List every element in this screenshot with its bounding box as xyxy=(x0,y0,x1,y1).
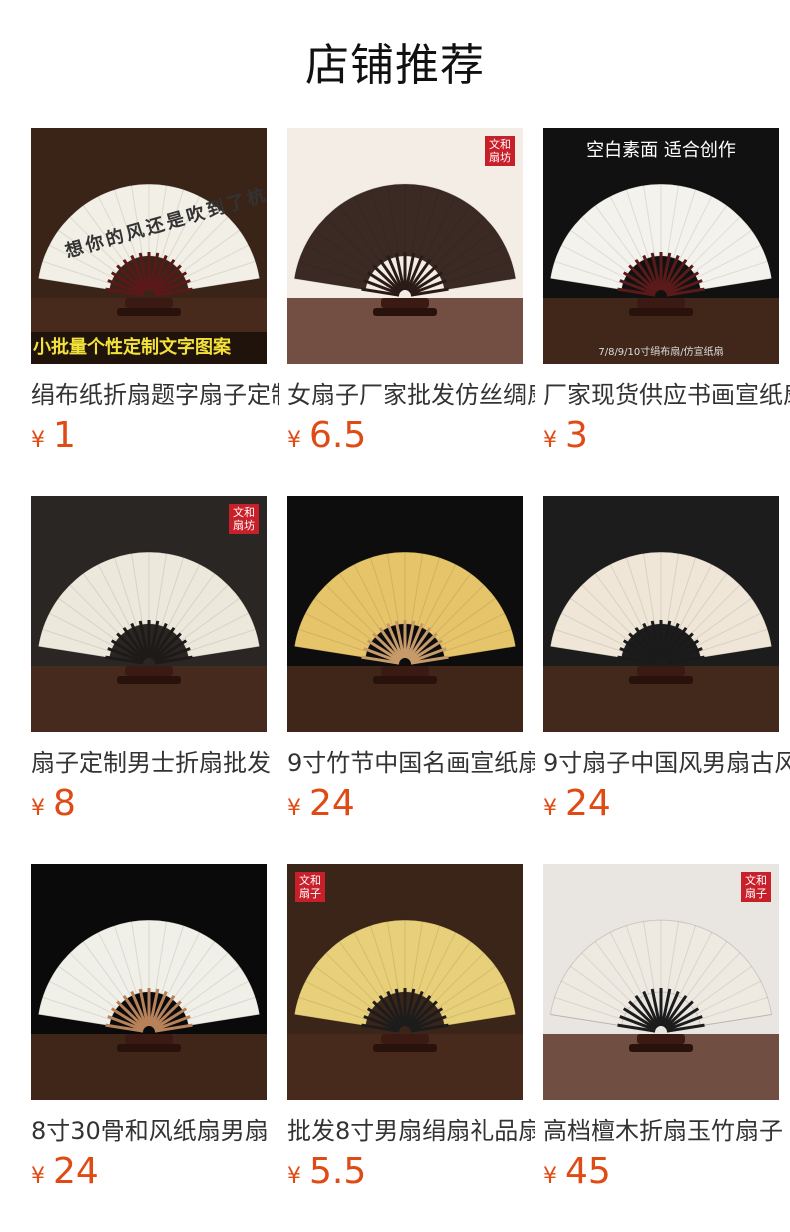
currency-symbol: ¥ xyxy=(287,428,301,453)
product-image[interactable]: 文和扇坊 xyxy=(31,496,267,732)
price-value: 3 xyxy=(565,415,588,456)
price-value: 1 xyxy=(53,415,76,456)
product-name[interactable]: 女扇子厂家批发仿丝绸扇 xyxy=(287,378,535,412)
brand-seal-logo: 文和扇子 xyxy=(741,872,771,902)
price-value: 8 xyxy=(53,783,76,824)
product-image[interactable]: 想你的风还是吹到了杭州 小批量个性定制文字图案 xyxy=(31,128,267,364)
brand-seal-logo: 文和扇坊 xyxy=(485,136,515,166)
brand-seal-logo: 文和扇坊 xyxy=(229,504,259,534)
price-value: 45 xyxy=(565,1151,611,1192)
product-price: ¥1 xyxy=(31,416,267,462)
product-name[interactable]: 批发8寸男扇绢扇礼品扇 xyxy=(287,1114,535,1148)
currency-symbol: ¥ xyxy=(31,796,45,821)
product-card[interactable]: 8寸30骨和风纸扇男扇 ¥24 xyxy=(31,864,269,1232)
product-name[interactable]: 厂家现货供应书画宣纸扇 xyxy=(543,378,790,412)
product-price: ¥45 xyxy=(543,1152,779,1198)
product-grid: 想你的风还是吹到了杭州 小批量个性定制文字图案 绢布纸折扇题字扇子定制 ¥1 文和扇坊女… xyxy=(31,128,790,1232)
price-value: 5.5 xyxy=(309,1151,367,1192)
product-name[interactable]: 9寸扇子中国风男扇古风 xyxy=(543,746,790,780)
product-card[interactable]: 9寸扇子中国风男扇古风 ¥24 xyxy=(543,496,790,864)
image-caption-top: 空白素面 适合创作 xyxy=(586,140,736,161)
product-price: ¥5.5 xyxy=(287,1152,523,1198)
product-card[interactable]: 文和扇子 高档檀木折扇玉竹扇子 ¥45 xyxy=(543,864,783,1232)
price-value: 24 xyxy=(53,1151,99,1192)
product-price: ¥24 xyxy=(287,784,523,830)
currency-symbol: ¥ xyxy=(543,428,557,453)
product-name[interactable]: 扇子定制男士折扇批发 xyxy=(31,746,279,780)
product-card[interactable]: 空白素面 适合创作 7/8/9/10寸绢布扇/仿宣纸扇厂家现货供应书画宣纸扇 ¥3 xyxy=(543,128,790,496)
product-price: ¥24 xyxy=(31,1152,267,1198)
currency-symbol: ¥ xyxy=(31,428,45,453)
product-card[interactable]: 文和扇坊 扇子定制男士折扇批发 ¥8 xyxy=(31,496,271,864)
currency-symbol: ¥ xyxy=(287,796,301,821)
price-value: 24 xyxy=(565,783,611,824)
product-price: ¥24 xyxy=(543,784,779,830)
product-price: ¥3 xyxy=(543,416,779,462)
currency-symbol: ¥ xyxy=(287,1164,301,1189)
product-card[interactable]: 9寸竹节中国名画宣纸扇 ¥24 xyxy=(287,496,535,864)
price-value: 6.5 xyxy=(309,415,367,456)
product-name[interactable]: 高档檀木折扇玉竹扇子 xyxy=(543,1114,790,1148)
product-card[interactable]: 想你的风还是吹到了杭州 小批量个性定制文字图案绢布纸折扇题字扇子定制 ¥1 xyxy=(31,128,279,496)
image-caption-banner: 小批量个性定制文字图案 xyxy=(31,332,267,364)
product-card[interactable]: 文和扇坊女扇子厂家批发仿丝绸扇 ¥6.5 xyxy=(287,128,535,496)
product-price: ¥6.5 xyxy=(287,416,523,462)
currency-symbol: ¥ xyxy=(543,1164,557,1189)
product-name[interactable]: 绢布纸折扇题字扇子定制 xyxy=(31,378,279,412)
product-card[interactable]: 文和扇子批发8寸男扇绢扇礼品扇 ¥5.5 xyxy=(287,864,535,1232)
brand-seal-logo: 文和扇子 xyxy=(295,872,325,902)
product-price: ¥8 xyxy=(31,784,267,830)
currency-symbol: ¥ xyxy=(31,1164,45,1189)
image-caption-small: 7/8/9/10寸绢布扇/仿宣纸扇 xyxy=(598,347,724,358)
product-name[interactable]: 9寸竹节中国名画宣纸扇 xyxy=(287,746,535,780)
currency-symbol: ¥ xyxy=(543,796,557,821)
product-image[interactable]: 空白素面 适合创作 7/8/9/10寸绢布扇/仿宣纸扇 xyxy=(543,128,779,364)
product-image[interactable] xyxy=(31,864,267,1100)
product-image[interactable]: 文和扇子 xyxy=(543,864,779,1100)
product-image[interactable] xyxy=(287,496,523,732)
page-title: 店铺推荐 xyxy=(305,40,485,91)
product-image[interactable]: 文和扇子 xyxy=(287,864,523,1100)
product-image[interactable]: 文和扇坊 xyxy=(287,128,523,364)
price-value: 24 xyxy=(309,783,355,824)
product-name[interactable]: 8寸30骨和风纸扇男扇 xyxy=(31,1114,279,1148)
product-image[interactable] xyxy=(543,496,779,732)
